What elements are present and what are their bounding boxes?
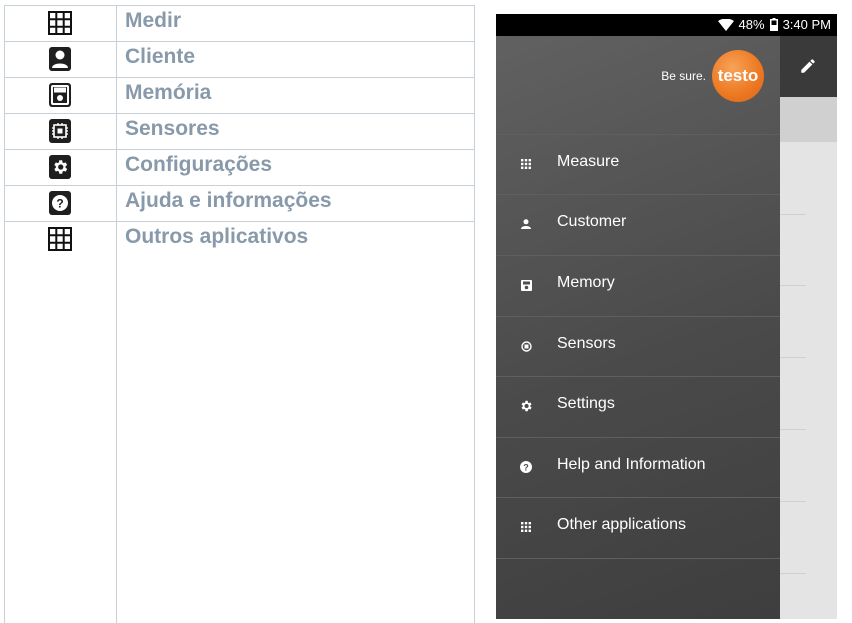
grid-icon	[518, 519, 534, 535]
person-icon	[518, 216, 534, 232]
row-label: Memória	[125, 81, 212, 104]
icon-cell	[4, 113, 116, 149]
navigation-drawer: Be sure. testo Measure Customer Memory S…	[496, 36, 780, 619]
battery-percent: 48%	[738, 17, 765, 32]
chip-icon	[49, 119, 71, 143]
menu-label: Help and Information	[557, 456, 706, 473]
row-label: Medir	[125, 9, 182, 32]
icon-cell	[4, 221, 116, 257]
gear-icon	[518, 398, 534, 414]
wifi-icon	[717, 18, 734, 31]
status-bar: 48% 3:40 PM	[496, 14, 837, 36]
row-label: Ajuda e informações	[125, 189, 332, 212]
table-row: Medir	[4, 5, 474, 41]
grid-icon	[518, 156, 534, 172]
table-row: Sensores	[4, 113, 474, 149]
menu-label: Memory	[557, 274, 615, 291]
app-content	[780, 97, 837, 619]
save-icon	[518, 277, 534, 293]
phone-screenshot: 48% 3:40 PM Be sure. testo Measure Custo…	[496, 14, 837, 619]
menu-item-other-applications[interactable]: Other applications	[496, 497, 780, 557]
table-row: Memória	[4, 77, 474, 113]
brand-tagline: Be sure.	[661, 69, 706, 83]
icon-cell: ?	[4, 185, 116, 221]
gear-icon	[49, 155, 71, 179]
menu-item-customer[interactable]: Customer	[496, 194, 780, 254]
row-label: Cliente	[125, 45, 196, 68]
icon-cell	[4, 41, 116, 77]
icon-cell	[4, 77, 116, 113]
help-icon: ?	[49, 191, 71, 215]
menu-item-measure[interactable]: Measure	[496, 134, 780, 194]
pencil-icon[interactable]	[799, 57, 817, 75]
table-border-right	[474, 5, 475, 623]
menu-item-settings[interactable]: Settings	[496, 376, 780, 436]
list-divider	[780, 285, 806, 286]
menu-label: Measure	[557, 153, 620, 170]
drawer-divider	[496, 558, 780, 559]
brand-header: Be sure. testo	[661, 50, 764, 102]
status-right: 48% 3:40 PM	[717, 17, 831, 32]
icon-cell	[4, 5, 116, 41]
list-divider	[780, 357, 806, 358]
menu-item-memory[interactable]: Memory	[496, 255, 780, 315]
table-row: Cliente	[4, 41, 474, 77]
app-content-header	[780, 97, 837, 142]
list-divider	[780, 501, 806, 502]
table-row: ? Ajuda e informações	[4, 185, 474, 221]
status-time: 3:40 PM	[782, 17, 831, 32]
menu-label: Other applications	[557, 516, 686, 533]
grid-icon	[48, 227, 72, 251]
battery-icon	[769, 18, 778, 31]
list-divider	[780, 573, 806, 574]
row-label: Sensores	[125, 117, 220, 140]
menu-label: Customer	[557, 213, 627, 230]
svg-text:?: ?	[56, 197, 63, 211]
row-label: Outros aplicativos	[125, 225, 309, 248]
testo-logo: testo	[712, 50, 764, 102]
save-icon	[49, 83, 71, 107]
help-icon: ?	[518, 459, 534, 475]
menu-label: Settings	[557, 395, 615, 412]
svg-text:?: ?	[523, 462, 529, 472]
app-bar	[780, 36, 837, 97]
menu-item-sensors[interactable]: Sensors	[496, 316, 780, 376]
row-label: Configurações	[125, 153, 273, 176]
person-icon	[49, 47, 71, 71]
grid-icon	[48, 11, 72, 35]
logo-text: testo	[717, 66, 759, 85]
menu-item-help[interactable]: ? Help and Information	[496, 437, 780, 497]
list-divider	[780, 214, 806, 215]
chip-icon	[518, 338, 534, 354]
list-divider	[780, 429, 806, 430]
icon-cell	[4, 149, 116, 185]
menu-label: Sensors	[557, 335, 616, 352]
icon-legend-table: Medir Cliente Memória Sensores Configura…	[4, 5, 475, 623]
table-row: Configurações	[4, 149, 474, 185]
table-row: Outros aplicativos	[4, 221, 474, 257]
